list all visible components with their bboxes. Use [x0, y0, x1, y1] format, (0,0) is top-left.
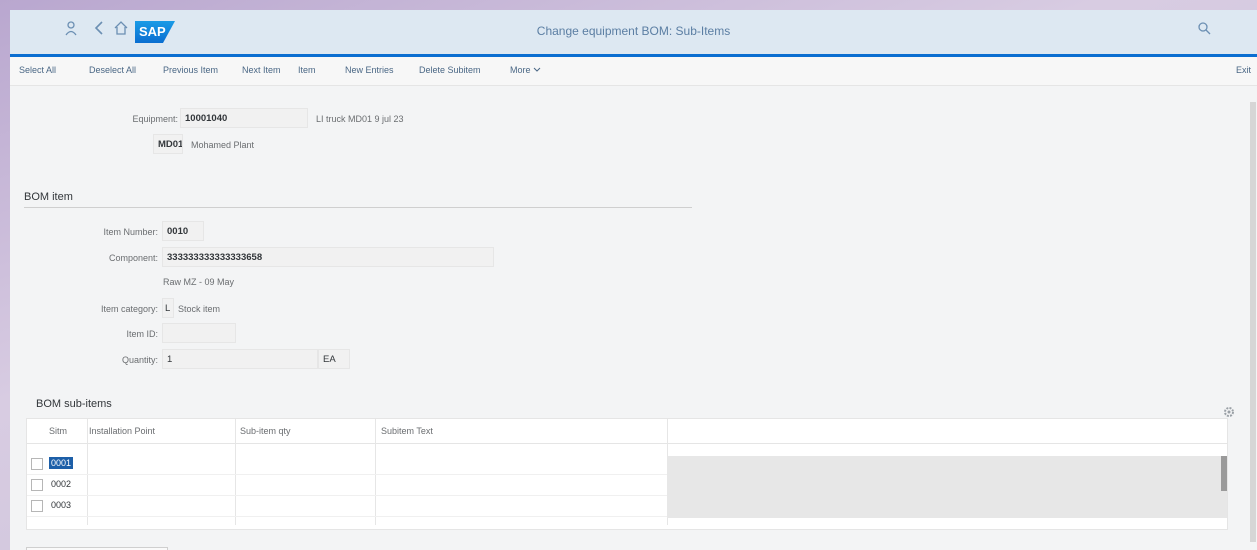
- sitm-cell[interactable]: 0001: [49, 457, 74, 469]
- column-header-subitem-text[interactable]: Subitem Text: [381, 426, 433, 436]
- select-all-button[interactable]: Select All: [19, 65, 56, 75]
- column-header-sub-item-qty[interactable]: Sub-item qty: [240, 426, 291, 436]
- item-button[interactable]: Item: [298, 65, 316, 75]
- plant-description: Mohamed Plant: [191, 140, 255, 150]
- sitm-cell[interactable]: 0002: [49, 478, 73, 490]
- component-label: Component:: [108, 253, 158, 263]
- row-select-checkbox[interactable]: [31, 458, 43, 470]
- column-header-installation-point[interactable]: Installation Point: [89, 426, 155, 436]
- table-row[interactable]: 0001: [27, 454, 667, 475]
- row-select-checkbox[interactable]: [31, 479, 43, 491]
- item-category-label: Item category:: [100, 304, 158, 314]
- delete-subitem-button[interactable]: Delete Subitem: [419, 65, 481, 75]
- item-number-field[interactable]: 0010: [162, 221, 204, 241]
- deselect-all-button[interactable]: Deselect All: [89, 65, 136, 75]
- equipment-label: Equipment:: [132, 114, 178, 124]
- row-select-checkbox[interactable]: [31, 500, 43, 512]
- table-row[interactable]: 0002: [27, 475, 667, 496]
- item-id-field[interactable]: [162, 323, 236, 343]
- item-category-field[interactable]: L: [162, 298, 174, 318]
- sub-items-section-title: BOM sub-items: [36, 398, 112, 410]
- page-title: Change equipment BOM: Sub-Items: [536, 24, 731, 38]
- equipment-field[interactable]: 10001040: [180, 108, 308, 128]
- application-toolbar: Select All Deselect All Previous Item Ne…: [10, 57, 1257, 86]
- previous-item-button[interactable]: Previous Item: [163, 65, 218, 75]
- more-button[interactable]: More: [510, 65, 541, 75]
- next-item-button[interactable]: Next Item: [242, 65, 281, 75]
- page-scrollbar[interactable]: [1250, 102, 1256, 542]
- equipment-description: LI truck MD01 9 jul 23: [316, 114, 404, 124]
- item-id-label: Item ID:: [126, 329, 158, 339]
- bom-item-section-title: BOM item: [24, 191, 73, 203]
- table-row[interactable]: 0003: [27, 496, 667, 517]
- exit-button[interactable]: Exit: [1236, 65, 1251, 75]
- chevron-down-icon: [533, 67, 541, 72]
- component-field[interactable]: 333333333333333658: [162, 247, 494, 267]
- search-icon[interactable]: [1193, 20, 1215, 42]
- sitm-cell[interactable]: 0003: [49, 499, 73, 511]
- item-number-label: Item Number:: [103, 227, 158, 237]
- section-divider: [24, 207, 692, 208]
- item-category-description: Stock item: [178, 304, 221, 314]
- sub-items-table: Sitm Installation Point Sub-item qty Sub…: [26, 418, 1228, 530]
- quantity-field[interactable]: 1: [162, 349, 318, 369]
- sap-window: SAP Change equipment BOM: Sub-Items Sele…: [10, 10, 1257, 550]
- plant-field[interactable]: MD01: [153, 134, 183, 154]
- more-label: More: [510, 65, 531, 75]
- new-entries-button[interactable]: New Entries: [345, 65, 394, 75]
- quantity-unit-field[interactable]: EA: [318, 349, 350, 369]
- empty-column-area: [667, 456, 1227, 518]
- table-header: Sitm Installation Point Sub-item qty Sub…: [27, 419, 1227, 444]
- column-header-sitm[interactable]: Sitm: [49, 426, 67, 436]
- component-description: Raw MZ - 09 May: [163, 277, 235, 287]
- shell-bar: SAP Change equipment BOM: Sub-Items: [10, 10, 1257, 57]
- quantity-label: Quantity:: [121, 355, 158, 365]
- table-scrollbar-thumb[interactable]: [1221, 456, 1227, 491]
